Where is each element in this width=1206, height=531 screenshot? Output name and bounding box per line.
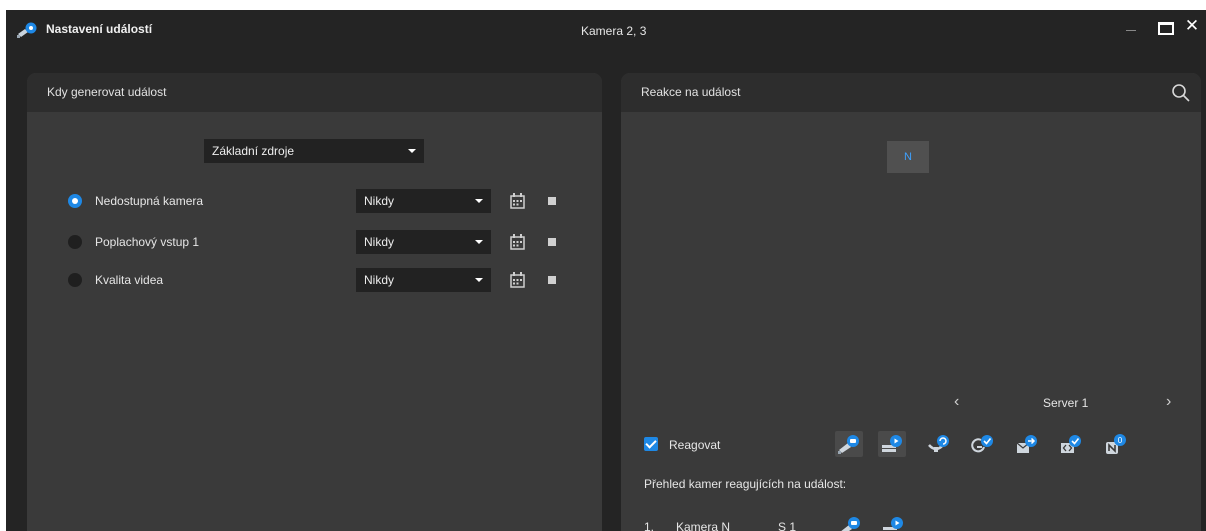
event-label: Kvalita videa	[95, 273, 164, 287]
recorder-play-icon[interactable]	[878, 431, 906, 457]
calendar-icon[interactable]	[510, 272, 525, 288]
stop-icon[interactable]	[548, 276, 556, 284]
calendar-icon[interactable]	[510, 234, 525, 250]
chevron-down-icon	[475, 240, 483, 244]
camera-index: 1.	[644, 520, 655, 531]
camera-event-icon[interactable]	[838, 515, 866, 531]
source-dropdown[interactable]: Základní zdroje	[204, 139, 424, 163]
when-generate-header: Kdy generovat událost	[27, 73, 602, 112]
email-send-icon[interactable]	[1013, 431, 1041, 457]
event-radio-video-quality[interactable]	[68, 273, 82, 287]
chevron-right-icon[interactable]: ›	[1166, 393, 1180, 411]
react-checkbox-label: Reagovat	[669, 438, 721, 452]
camera-event-icon[interactable]	[835, 431, 863, 457]
title-bar: Nastavení událostí Kamera 2, 3 ✕	[6, 10, 1206, 50]
maximize-button[interactable]	[1152, 14, 1176, 38]
react-checkbox[interactable]	[644, 437, 658, 451]
stop-icon[interactable]	[548, 197, 556, 205]
script-check-icon[interactable]	[1057, 431, 1085, 457]
window-title: Nastavení událostí	[46, 22, 153, 36]
source-dropdown-value: Základní zdroje	[212, 144, 295, 158]
close-button[interactable]: ✕	[1180, 14, 1204, 38]
event-radio-unavailable-camera[interactable]	[68, 194, 82, 208]
schedule-dropdown-value: Nikdy	[364, 194, 395, 208]
calendar-icon[interactable]	[510, 193, 525, 209]
event-row: Poplachový vstup 1 Nikdy	[27, 230, 602, 254]
event-row: Kvalita videa Nikdy	[27, 268, 602, 292]
minimize-button[interactable]	[1120, 14, 1144, 38]
schedule-dropdown[interactable]: Nikdy	[356, 268, 491, 292]
camera-name: Kamera N	[676, 520, 731, 531]
chevron-down-icon	[408, 149, 416, 153]
camera-server: S 1	[778, 520, 797, 531]
notification-count: 0	[1118, 436, 1123, 445]
list-item: 1. Kamera N S 1	[644, 517, 944, 531]
camera-gear-icon	[16, 22, 38, 38]
event-label: Poplachový vstup 1	[95, 235, 200, 249]
chevron-down-icon	[475, 278, 483, 282]
chevron-left-icon[interactable]: ‹	[954, 393, 968, 411]
event-row: Nedostupná kamera Nikdy	[27, 189, 602, 213]
stop-icon[interactable]	[548, 238, 556, 246]
reaction-header: Reakce na událost	[621, 73, 1201, 112]
node-n[interactable]: N	[887, 141, 929, 173]
schedule-dropdown[interactable]: Nikdy	[356, 230, 491, 254]
notification-counter-icon[interactable]: 0	[1102, 431, 1130, 457]
window-subtitle: Kamera 2, 3	[581, 24, 647, 38]
schedule-dropdown[interactable]: Nikdy	[356, 189, 491, 213]
recorder-play-icon[interactable]	[881, 515, 909, 531]
when-generate-panel: Kdy generovat událost Základní zdroje Ne…	[27, 73, 602, 531]
server-pager-label: Server 1	[1043, 396, 1089, 410]
overview-title: Přehled kamer reagujících na událost:	[644, 477, 847, 491]
ptz-preset-icon[interactable]	[925, 431, 953, 457]
schedule-dropdown-value: Nikdy	[364, 273, 395, 287]
event-settings-window: Nastavení událostí Kamera 2, 3 ✕ Kdy gen…	[6, 10, 1206, 531]
chevron-down-icon	[475, 199, 483, 203]
reaction-panel: Reakce na událost N ‹ Server 1 › Reagova…	[621, 73, 1201, 531]
search-icon[interactable]	[1171, 83, 1191, 103]
schedule-dropdown-value: Nikdy	[364, 235, 395, 249]
output-check-icon[interactable]	[969, 431, 997, 457]
event-label: Nedostupná kamera	[95, 194, 204, 208]
event-radio-alarm-input[interactable]	[68, 235, 82, 249]
